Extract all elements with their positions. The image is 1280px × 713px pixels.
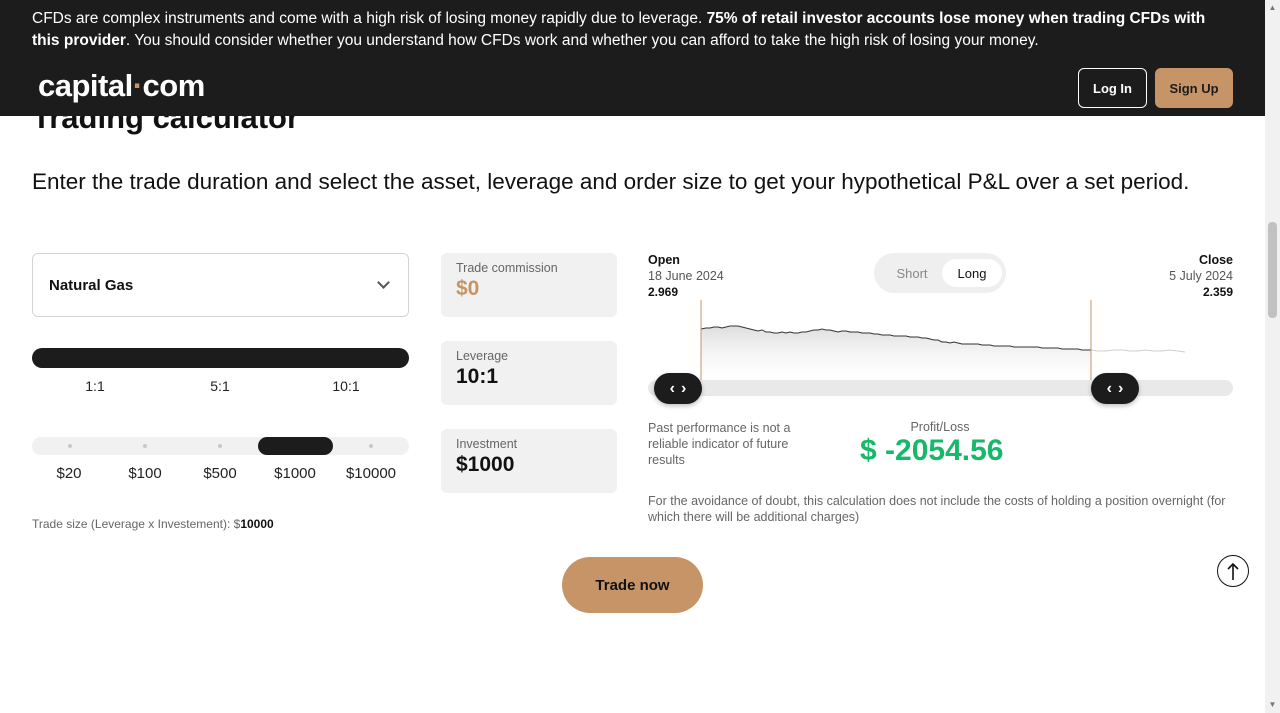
leverage-value: 10:1: [456, 365, 499, 388]
open-date: 18 June 2024: [648, 269, 724, 283]
trade-size-text: Trade size (Leverage x Investement): $10…: [32, 517, 274, 531]
open-label: Open: [648, 253, 680, 267]
trade-size-value: 10000: [240, 517, 274, 531]
range-start-handle[interactable]: ‹ ›: [654, 373, 702, 404]
chevron-right-icon: ›: [1118, 379, 1124, 397]
back-to-top-button[interactable]: [1217, 555, 1249, 587]
chevron-left-icon: ‹: [669, 379, 675, 397]
leverage-option-10-1[interactable]: 10:1: [326, 378, 366, 394]
leverage-slider[interactable]: [32, 348, 409, 368]
chevron-down-icon: [377, 276, 390, 289]
asset-dropdown-value: Natural Gas: [49, 276, 134, 294]
investment-tick: [369, 444, 373, 448]
login-button[interactable]: Log In: [1078, 68, 1147, 108]
direction-toggle[interactable]: Short Long: [874, 253, 1006, 293]
leverage-option-5-1[interactable]: 5:1: [200, 378, 240, 394]
leverage-caption: Leverage: [456, 349, 509, 363]
investment-tick: [143, 444, 147, 448]
investment-box: Investment $1000: [441, 429, 617, 493]
leverage-box: Leverage 10:1: [441, 341, 617, 405]
arrow-up-icon: [1227, 562, 1239, 580]
trade-now-button[interactable]: Trade now: [562, 557, 703, 613]
scroll-up-arrow-icon[interactable]: ▲: [1265, 2, 1280, 14]
open-price: 2.969: [648, 285, 679, 299]
close-price: 2.359: [1202, 285, 1233, 299]
investment-option-100[interactable]: $100: [110, 465, 180, 482]
overnight-cost-disclaimer: For the avoidance of doubt, this calcula…: [648, 494, 1226, 524]
trade-commission-box: Trade commission $0: [441, 253, 617, 317]
asset-dropdown[interactable]: Natural Gas: [32, 253, 409, 317]
investment-option-10000[interactable]: $10000: [336, 465, 406, 482]
capital-logo[interactable]: capital·com: [38, 68, 205, 104]
range-end-handle[interactable]: ‹ ›: [1091, 373, 1139, 404]
risk-warning: CFDs are complex instruments and come wi…: [32, 8, 1232, 52]
investment-caption: Investment: [456, 437, 518, 451]
toggle-short[interactable]: Short: [884, 261, 940, 285]
leverage-option-1-1[interactable]: 1:1: [75, 378, 115, 394]
profit-loss-value: $ -2054.56: [860, 434, 1004, 467]
profit-loss-caption: Profit/Loss: [910, 420, 970, 434]
logo-part-right: com: [142, 68, 206, 103]
past-performance-note: Past performance is not a reliable indic…: [648, 421, 791, 467]
top-bar: CFDs are complex instruments and come wi…: [0, 0, 1265, 116]
investment-option-1000[interactable]: $1000: [260, 465, 330, 482]
investment-slider-thumb[interactable]: [258, 437, 333, 455]
price-line-outside: [1090, 349, 1186, 353]
risk-warning-text-end: . You should consider whether you unders…: [125, 32, 1039, 49]
price-area-fill: [701, 326, 1091, 388]
signup-button[interactable]: Sign Up: [1155, 68, 1233, 108]
scroll-down-arrow-icon[interactable]: ▼: [1265, 699, 1280, 711]
scroll-thumb[interactable]: [1268, 222, 1277, 318]
investment-value: $1000: [456, 453, 515, 476]
calculator-description: Enter the trade duration and select the …: [32, 169, 1190, 194]
chevron-left-icon: ‹: [1106, 379, 1112, 397]
investment-tick: [218, 444, 222, 448]
investment-option-500[interactable]: $500: [185, 465, 255, 482]
trade-commission-caption: Trade commission: [456, 261, 558, 275]
price-history-chart: [648, 300, 1233, 396]
chevron-right-icon: ›: [681, 379, 687, 397]
close-date: 5 July 2024: [1169, 269, 1233, 283]
trade-size-label: Trade size (Leverage x Investement): $: [32, 517, 241, 531]
page-scrollbar[interactable]: ▲ ▼: [1265, 0, 1280, 713]
logo-dot: ·: [132, 68, 143, 103]
toggle-long[interactable]: Long: [942, 259, 1002, 287]
close-label: Close: [1198, 253, 1233, 267]
investment-tick: [68, 444, 72, 448]
trade-commission-value: $0: [456, 277, 480, 300]
logo-part-left: capital: [38, 68, 133, 103]
risk-warning-text: CFDs are complex instruments and come wi…: [32, 10, 707, 27]
range-track: [648, 380, 1233, 396]
investment-option-20[interactable]: $20: [34, 465, 104, 482]
